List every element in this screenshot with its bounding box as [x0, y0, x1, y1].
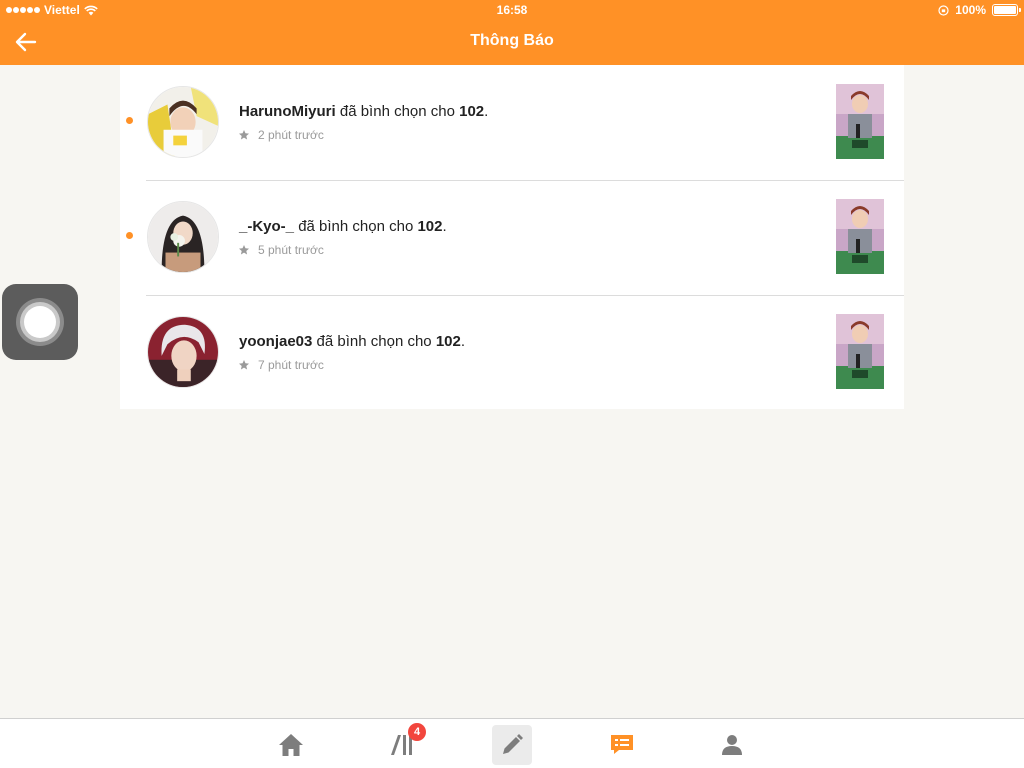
status-right: 100%	[938, 3, 1021, 17]
avatar-image	[148, 87, 218, 157]
vote-target: 102	[459, 103, 485, 120]
assistive-touch-icon	[16, 298, 64, 346]
vote-target: 102	[435, 333, 461, 350]
avatar[interactable]	[147, 86, 219, 158]
star-icon	[239, 360, 249, 370]
username[interactable]: _-Kyo-_	[239, 218, 294, 235]
status-time: 16:58	[496, 3, 528, 17]
tab-bar: 4	[0, 718, 1024, 768]
story-cover-thumbnail[interactable]	[836, 199, 884, 274]
notification-meta: 5 phút trước	[238, 243, 324, 257]
tab-home[interactable]	[271, 725, 311, 765]
assistive-touch-button[interactable]	[2, 284, 78, 360]
page-title: Thông Báo	[470, 32, 554, 49]
user-icon	[722, 735, 742, 755]
timestamp: 2 phút trước	[258, 128, 324, 142]
vote-target: 102	[417, 218, 443, 235]
star-icon	[239, 245, 249, 255]
notification-message: HarunoMiyuri đã bình chọn cho 102.	[239, 103, 488, 120]
story-cover-thumbnail[interactable]	[836, 314, 884, 389]
timestamp: 7 phút trước	[258, 358, 324, 372]
tab-library[interactable]: 4	[382, 723, 426, 765]
avatar-image	[148, 202, 218, 272]
pencil-icon	[503, 734, 523, 754]
orientation-lock-icon	[938, 4, 949, 16]
story-cover-thumbnail[interactable]	[836, 84, 884, 159]
avatar[interactable]	[147, 201, 219, 273]
avatar[interactable]	[147, 316, 219, 388]
battery-icon	[992, 4, 1021, 16]
username[interactable]: yoonjae03	[239, 333, 312, 350]
cover-image	[836, 84, 884, 159]
cover-image	[836, 314, 884, 389]
notification-message: _-Kyo-_ đã bình chọn cho 102.	[239, 218, 447, 235]
notification-list: HarunoMiyuri đã bình chọn cho 102. 2 phú…	[120, 65, 904, 409]
notification-meta: 2 phút trước	[238, 128, 324, 142]
action-text: đã bình chọn cho	[339, 103, 455, 120]
username[interactable]: HarunoMiyuri	[239, 103, 336, 120]
notification-message: yoonjae03 đã bình chọn cho 102.	[239, 333, 465, 350]
avatar-image	[148, 317, 218, 387]
unread-dot	[126, 232, 133, 239]
notification-meta: 7 phút trước	[238, 358, 324, 372]
message-period: .	[484, 103, 489, 120]
notification-row[interactable]: HarunoMiyuri đã bình chọn cho 102. 2 phú…	[120, 65, 904, 180]
tab-profile[interactable]	[712, 725, 752, 765]
home-icon	[279, 734, 303, 756]
message-list-icon	[611, 735, 633, 754]
tab-write[interactable]	[492, 725, 532, 765]
library-badge: 4	[408, 723, 426, 741]
cover-image	[836, 199, 884, 274]
message-period: .	[442, 218, 447, 235]
message-period: .	[460, 333, 466, 350]
action-text: đã bình chọn cho	[298, 218, 414, 235]
action-text: đã bình chọn cho	[316, 333, 432, 350]
battery-percent: 100%	[955, 3, 986, 17]
timestamp: 5 phút trước	[258, 243, 324, 257]
status-bar: Viettel 16:58 100%	[0, 0, 1024, 20]
notification-row[interactable]: yoonjae03 đã bình chọn cho 102. 7 phút t…	[120, 295, 904, 410]
notification-row[interactable]: _-Kyo-_ đã bình chọn cho 102. 5 phút trư…	[120, 180, 904, 295]
header-bar: Viettel 16:58 100% Thông Báo	[0, 0, 1024, 65]
tab-notifications[interactable]	[602, 725, 642, 765]
star-icon	[239, 130, 249, 140]
unread-dot	[126, 117, 133, 124]
